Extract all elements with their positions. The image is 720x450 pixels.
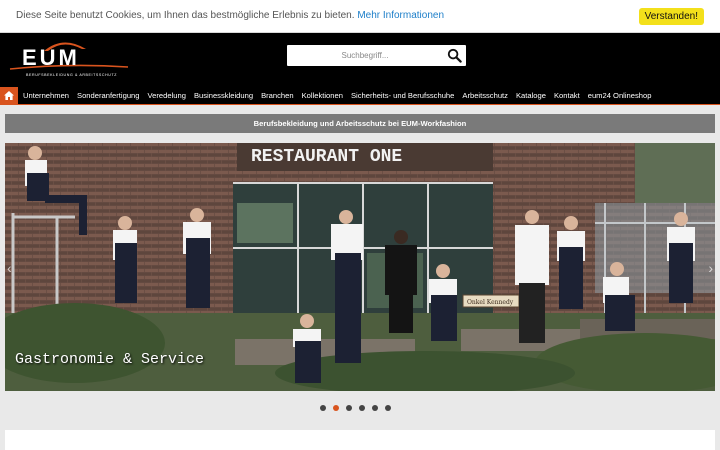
slider-dot-6[interactable] <box>385 405 391 411</box>
slider-dot-3[interactable] <box>346 405 352 411</box>
main-nav: Unternehmen Sonderanfertigung Veredelung… <box>0 87 720 105</box>
nav-item-onlineshop[interactable]: eum24 Onlineshop <box>584 87 656 104</box>
slider-prev-icon[interactable]: ‹ <box>7 260 12 276</box>
slider-pagination <box>320 405 391 411</box>
content-card <box>5 430 715 450</box>
slider-dot-2[interactable] <box>333 405 339 411</box>
nav-item-berufsschuhe[interactable]: Sicherheits- und Berufsschuhe <box>347 87 458 104</box>
nav-item-kollektionen[interactable]: Kollektionen <box>298 87 347 104</box>
onkel-kennedy-sign: Onkel Kennedy <box>467 299 514 306</box>
nav-item-businesskleidung[interactable]: Businesskleidung <box>190 87 257 104</box>
search-icon[interactable] <box>447 48 462 63</box>
slider-next-icon[interactable]: › <box>708 260 713 276</box>
slider-dot-5[interactable] <box>372 405 378 411</box>
cookie-bar: Diese Seite benutzt Cookies, um Ihnen da… <box>0 0 720 33</box>
cookie-message: Diese Seite benutzt Cookies, um Ihnen da… <box>16 10 444 21</box>
nav-item-arbeitsschutz[interactable]: Arbeitsschutz <box>458 87 512 104</box>
slider-dot-1[interactable] <box>320 405 326 411</box>
nav-item-unternehmen[interactable]: Unternehmen <box>18 87 73 104</box>
home-icon <box>4 91 14 100</box>
hero-slider[interactable]: RESTAURANT ONE Onkel Kennedy Gastronomie… <box>5 143 715 391</box>
page-title-strip: Berufsbekleidung und Arbeitsschutz bei E… <box>5 114 715 133</box>
search-box <box>287 45 466 66</box>
eum-logo[interactable]: EUM BERUFSBEKLEIDUNG & ARBEITSSCHUTZ <box>8 37 130 79</box>
nav-item-veredelung[interactable]: Veredelung <box>144 87 190 104</box>
slider-dot-4[interactable] <box>359 405 365 411</box>
nav-item-sonderanfertigung[interactable]: Sonderanfertigung <box>73 87 144 104</box>
accept-cookies-button[interactable]: Verstanden! <box>638 8 704 25</box>
search-input[interactable] <box>287 45 443 66</box>
hero-caption: Gastronomie & Service <box>15 351 205 368</box>
logo-tagline: BERUFSBEKLEIDUNG & ARBEITSSCHUTZ <box>26 73 117 77</box>
logo-wordmark: EUM <box>22 45 80 70</box>
more-info-link[interactable]: Mehr Informationen <box>357 10 444 21</box>
nav-item-kontakt[interactable]: Kontakt <box>550 87 584 104</box>
site-header: EUM BERUFSBEKLEIDUNG & ARBEITSSCHUTZ <box>0 33 720 87</box>
nav-item-branchen[interactable]: Branchen <box>257 87 298 104</box>
cookie-text: Diese Seite benutzt Cookies, um Ihnen da… <box>16 10 355 21</box>
home-button[interactable] <box>0 87 18 104</box>
restaurant-sign: RESTAURANT ONE <box>251 147 402 167</box>
nav-item-kataloge[interactable]: Kataloge <box>512 87 550 104</box>
